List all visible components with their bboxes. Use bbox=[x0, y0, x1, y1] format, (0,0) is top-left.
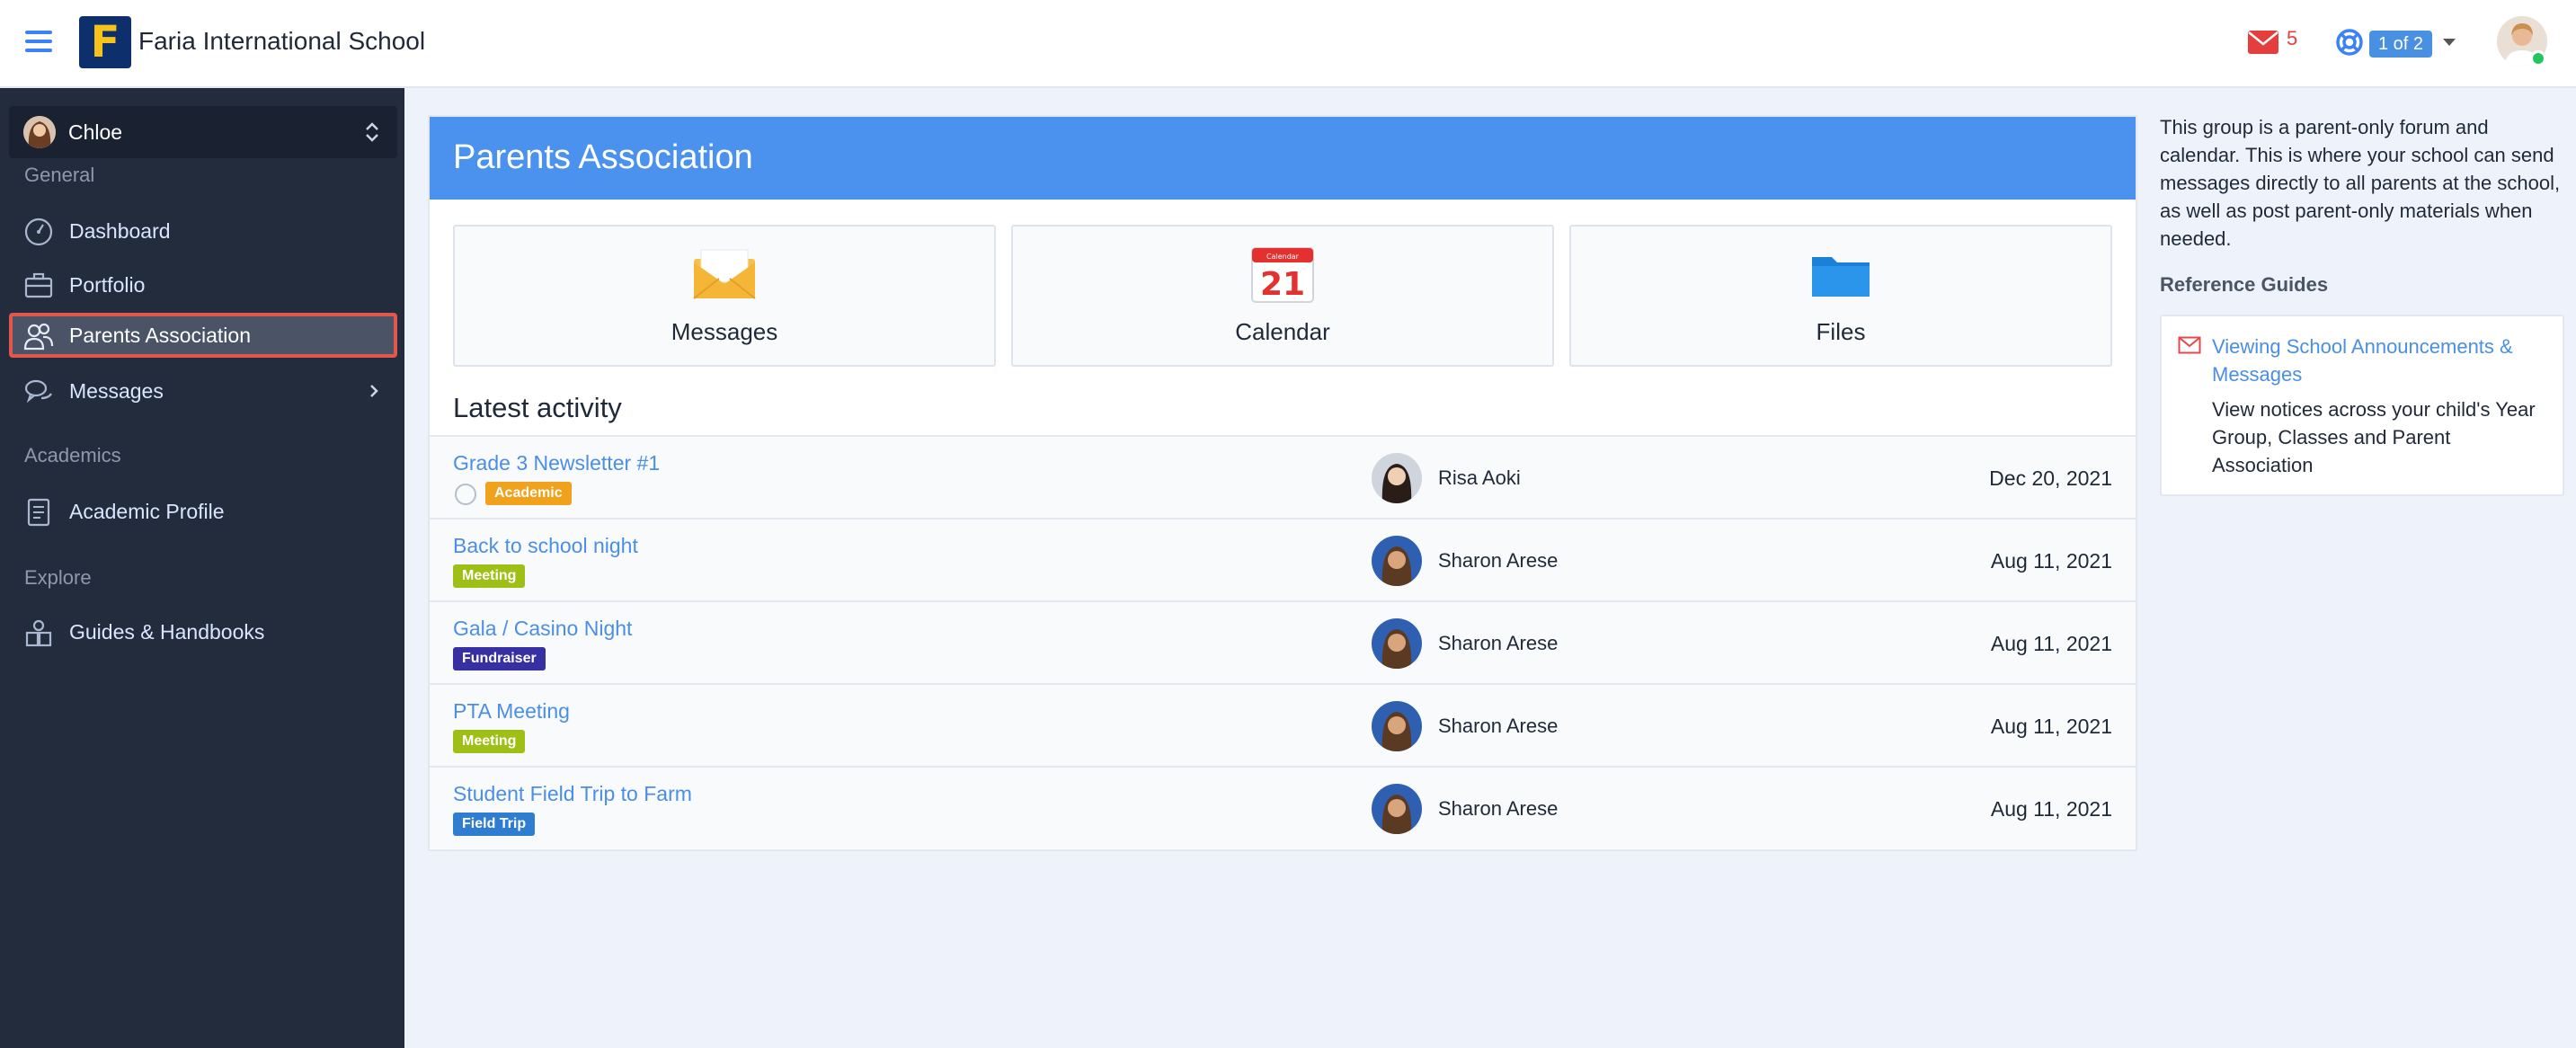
tile-files[interactable]: Files bbox=[1569, 225, 2112, 367]
table-row: Back to school night Meeting Sharon Ares… bbox=[430, 518, 2136, 600]
section-label-general: General bbox=[24, 164, 95, 186]
caret-down-icon[interactable] bbox=[2443, 39, 2456, 46]
sidebar-item-label: Portfolio bbox=[69, 273, 146, 297]
mail-icon[interactable] bbox=[2247, 30, 2279, 59]
school-logo[interactable]: F bbox=[79, 16, 131, 68]
author-avatar bbox=[1372, 536, 1422, 586]
activity-date: Aug 11, 2021 bbox=[1990, 632, 2112, 655]
table-row: Gala / Casino Night Fundraiser Sharon Ar… bbox=[430, 600, 2136, 683]
lifebuoy-icon[interactable] bbox=[2335, 28, 2364, 61]
author-avatar bbox=[1372, 784, 1422, 834]
activity-author: Risa Aoki bbox=[1438, 466, 1521, 489]
calendar-month-text: Calendar bbox=[1266, 253, 1300, 261]
tile-label: Messages bbox=[671, 318, 778, 345]
activity-date: Dec 20, 2021 bbox=[1989, 466, 2112, 490]
sidebar-item-label: Parents Association bbox=[69, 324, 252, 347]
activity-tag: Fundraiser bbox=[453, 647, 546, 671]
reference-guide-card: Viewing School Announcements & Messages … bbox=[2160, 315, 2564, 496]
activity-tag: Meeting bbox=[453, 564, 526, 588]
sidebar-item-label: Dashboard bbox=[69, 219, 171, 243]
reference-guides-heading: Reference Guides bbox=[2160, 273, 2329, 296]
sidebar-item-parents-association[interactable]: Parents Association bbox=[9, 313, 397, 358]
folder-icon bbox=[1808, 246, 1873, 306]
activity-title-link[interactable]: Gala / Casino Night bbox=[453, 617, 632, 641]
sidebar-item-label: Academic Profile bbox=[69, 500, 225, 523]
activity-date: Aug 11, 2021 bbox=[1990, 797, 2112, 821]
calendar-day-text: 21 bbox=[1260, 266, 1305, 303]
activity-title-link[interactable]: Grade 3 Newsletter #1 bbox=[453, 451, 660, 475]
table-row: PTA Meeting Meeting Sharon Arese Aug 11,… bbox=[430, 683, 2136, 766]
tile-calendar[interactable]: Calendar 21 Calendar bbox=[1011, 225, 1554, 367]
sidebar-item-dashboard[interactable]: Dashboard bbox=[9, 209, 397, 253]
activity-title-link[interactable]: PTA Meeting bbox=[453, 699, 570, 724]
document-icon bbox=[23, 497, 54, 528]
activity-title-link[interactable]: Back to school night bbox=[453, 534, 638, 558]
menu-icon[interactable] bbox=[25, 31, 52, 52]
logo-letter: F bbox=[90, 17, 120, 67]
activity-author: Sharon Arese bbox=[1438, 549, 1559, 572]
latest-activity-heading: Latest activity bbox=[453, 392, 622, 423]
activity-tag: Meeting bbox=[453, 730, 526, 753]
expand-collapse-icon bbox=[363, 120, 381, 149]
activity-date: Aug 11, 2021 bbox=[1990, 715, 2112, 738]
envelope-icon bbox=[692, 246, 757, 306]
tile-label: Files bbox=[1816, 318, 1866, 345]
dashboard-icon bbox=[23, 217, 54, 247]
online-status-dot bbox=[2530, 50, 2546, 67]
chevron-right-icon bbox=[369, 383, 379, 404]
calendar-icon: Calendar 21 bbox=[1250, 246, 1315, 308]
page-title: Parents Association bbox=[453, 138, 753, 176]
read-status-icon bbox=[455, 484, 476, 505]
activity-author: Sharon Arese bbox=[1438, 797, 1559, 820]
page-banner: Parents Association bbox=[430, 117, 2136, 200]
author-avatar bbox=[1372, 618, 1422, 669]
sidebar-item-guides-handbooks[interactable]: Guides & Handbooks bbox=[9, 609, 397, 654]
guide-link[interactable]: Viewing School Announcements & Messages bbox=[2212, 333, 2545, 388]
guide-description: View notices across your child's Year Gr… bbox=[2212, 398, 2536, 476]
chat-icon bbox=[23, 377, 54, 407]
activity-author: Sharon Arese bbox=[1438, 715, 1559, 737]
author-avatar bbox=[1372, 701, 1422, 751]
briefcase-icon bbox=[23, 271, 54, 301]
activity-date: Aug 11, 2021 bbox=[1990, 549, 2112, 573]
user-avatar bbox=[23, 116, 56, 148]
sidebar-item-academic-profile[interactable]: Academic Profile bbox=[9, 489, 397, 534]
tile-label: Calendar bbox=[1235, 318, 1330, 345]
envelope-outline-icon bbox=[2178, 336, 2201, 359]
sidebar-item-label: Messages bbox=[69, 379, 164, 403]
user-name: Chloe bbox=[68, 120, 123, 144]
author-avatar bbox=[1372, 453, 1422, 503]
group-description: This group is a parent-only forum and ca… bbox=[2160, 116, 2561, 250]
activity-tag: Academic bbox=[485, 482, 572, 505]
parents-icon bbox=[23, 321, 54, 351]
sidebar: Chloe General Dashboard Portfolio Parent… bbox=[0, 88, 404, 1048]
sidebar-item-label: Guides & Handbooks bbox=[69, 620, 265, 644]
school-name[interactable]: Faria International School bbox=[138, 27, 425, 56]
section-label-academics: Academics bbox=[24, 444, 121, 466]
guides-icon bbox=[23, 617, 54, 648]
user-switcher[interactable]: Chloe bbox=[9, 106, 397, 158]
sidebar-item-portfolio[interactable]: Portfolio bbox=[9, 262, 397, 307]
section-label-explore: Explore bbox=[24, 566, 92, 589]
sidebar-item-messages[interactable]: Messages bbox=[9, 369, 397, 413]
activity-tag: Field Trip bbox=[453, 813, 536, 836]
child-switcher-badge[interactable]: 1 of 2 bbox=[2369, 31, 2433, 58]
activity-author: Sharon Arese bbox=[1438, 632, 1559, 654]
parents-association-panel: Parents Association Messages Calendar 21… bbox=[428, 115, 2137, 851]
table-row: Grade 3 Newsletter #1 Academic Risa Aoki… bbox=[430, 435, 2136, 518]
tile-messages[interactable]: Messages bbox=[453, 225, 996, 367]
table-row: Student Field Trip to Farm Field Trip Sh… bbox=[430, 766, 2136, 848]
activity-title-link[interactable]: Student Field Trip to Farm bbox=[453, 782, 692, 806]
mail-count-badge[interactable]: 5 bbox=[2287, 27, 2297, 50]
top-bar: F Faria International School 5 1 of 2 bbox=[0, 0, 2576, 88]
